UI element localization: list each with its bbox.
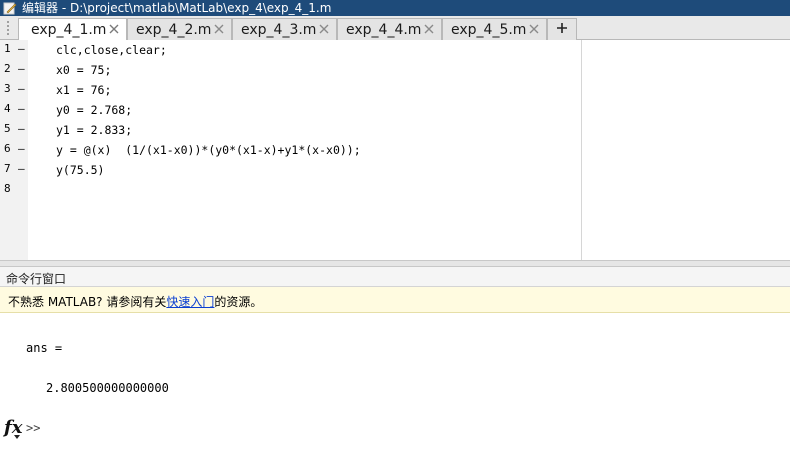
fx-dropdown-arrow-icon[interactable] bbox=[14, 435, 20, 439]
notice-prefix: 不熟悉 MATLAB? 请参阅有关 bbox=[8, 295, 167, 309]
output-value: 2.800500000000000 bbox=[46, 381, 169, 395]
getting-started-link[interactable]: 快速入门 bbox=[166, 295, 214, 309]
close-icon[interactable] bbox=[318, 23, 330, 35]
notice-suffix: 的资源。 bbox=[214, 295, 263, 309]
code-line[interactable]: 8 bbox=[0, 180, 582, 200]
code-text: y1 = 2.833; bbox=[56, 123, 133, 137]
line-number: 3 bbox=[4, 82, 11, 95]
line-number: 7 bbox=[4, 162, 11, 175]
tab-label: exp_4_5.m bbox=[451, 21, 527, 38]
code-line[interactable]: 7 – y(75.5) bbox=[0, 160, 582, 180]
command-window-header: 命令行窗口 bbox=[0, 267, 790, 287]
close-icon[interactable] bbox=[423, 23, 435, 35]
code-line[interactable]: 5 – y1 = 2.833; bbox=[0, 120, 582, 140]
title-bar: 编辑器 - D:\project\matlab\MatLab\exp_4\exp… bbox=[0, 0, 790, 16]
breakpoint-marker[interactable]: – bbox=[18, 42, 25, 55]
command-prompt[interactable]: >> bbox=[26, 421, 40, 435]
line-number: 1 bbox=[4, 42, 11, 55]
breakpoint-marker[interactable]: – bbox=[18, 142, 25, 155]
breakpoint-marker[interactable]: – bbox=[18, 102, 25, 115]
line-number: 2 bbox=[4, 62, 11, 75]
command-window-body[interactable]: ans = 2.800500000000000 fx >> bbox=[0, 313, 790, 451]
code-text: y = @(x) (1/(x1-x0))*(y0*(x1-x)+y1*(x-x0… bbox=[56, 143, 361, 157]
line-number: 8 bbox=[4, 182, 11, 195]
editor-tab-strip: exp_4_1.m exp_4_2.m exp_4_3.m exp_4_4.m … bbox=[0, 16, 790, 41]
close-icon[interactable] bbox=[108, 23, 120, 35]
tab-exp-4-1[interactable]: exp_4_1.m bbox=[18, 18, 127, 41]
panel-splitter[interactable] bbox=[0, 260, 790, 267]
tab-exp-4-4[interactable]: exp_4_4.m bbox=[337, 18, 442, 40]
line-number: 4 bbox=[4, 102, 11, 115]
command-window-title: 命令行窗口 bbox=[6, 272, 67, 286]
code-line[interactable]: 2 – x0 = 75; bbox=[0, 60, 582, 80]
breakpoint-marker[interactable]: – bbox=[18, 82, 25, 95]
breakpoint-marker[interactable]: – bbox=[18, 62, 25, 75]
notice-text: 不熟悉 MATLAB? 请参阅有关快速入门的资源。 bbox=[8, 293, 262, 310]
code-text: clc,close,clear; bbox=[56, 43, 167, 57]
pencil-note-icon bbox=[2, 0, 18, 16]
line-number: 5 bbox=[4, 122, 11, 135]
code-line[interactable]: 3 – x1 = 76; bbox=[0, 80, 582, 100]
breakpoint-marker[interactable]: – bbox=[18, 162, 25, 175]
window-title: 编辑器 - D:\project\matlab\MatLab\exp_4\exp… bbox=[22, 1, 332, 15]
add-tab-button[interactable]: + bbox=[547, 18, 577, 40]
line-number: 6 bbox=[4, 142, 11, 155]
plus-icon bbox=[556, 22, 568, 37]
tab-exp-4-2[interactable]: exp_4_2.m bbox=[127, 18, 232, 40]
code-line[interactable]: 4 – y0 = 2.768; bbox=[0, 100, 582, 120]
close-icon[interactable] bbox=[213, 23, 225, 35]
close-icon[interactable] bbox=[528, 23, 540, 35]
tab-exp-4-5[interactable]: exp_4_5.m bbox=[442, 18, 547, 40]
drag-grip-icon[interactable] bbox=[6, 20, 10, 36]
tab-label: exp_4_3.m bbox=[241, 21, 317, 38]
code-line[interactable]: 6 – y = @(x) (1/(x1-x0))*(y0*(x1-x)+y1*(… bbox=[0, 140, 582, 160]
editor-right-margin bbox=[583, 40, 790, 260]
tab-label: exp_4_4.m bbox=[346, 21, 422, 38]
tab-label: exp_4_2.m bbox=[136, 21, 212, 38]
code-text: x1 = 76; bbox=[56, 83, 112, 97]
code-text: y0 = 2.768; bbox=[56, 103, 133, 117]
output-label: ans = bbox=[26, 341, 63, 355]
getting-started-notice: 不熟悉 MATLAB? 请参阅有关快速入门的资源。 bbox=[0, 287, 790, 313]
code-editor[interactable]: 1 – clc,close,clear; 2 – x0 = 75; 3 – x1… bbox=[0, 40, 790, 260]
code-line[interactable]: 1 – clc,close,clear; bbox=[0, 40, 582, 60]
code-text: y(75.5) bbox=[56, 163, 105, 177]
breakpoint-marker[interactable]: – bbox=[18, 122, 25, 135]
code-text: x0 = 75; bbox=[56, 63, 112, 77]
tab-exp-4-3[interactable]: exp_4_3.m bbox=[232, 18, 337, 40]
tab-label: exp_4_1.m bbox=[31, 22, 107, 38]
